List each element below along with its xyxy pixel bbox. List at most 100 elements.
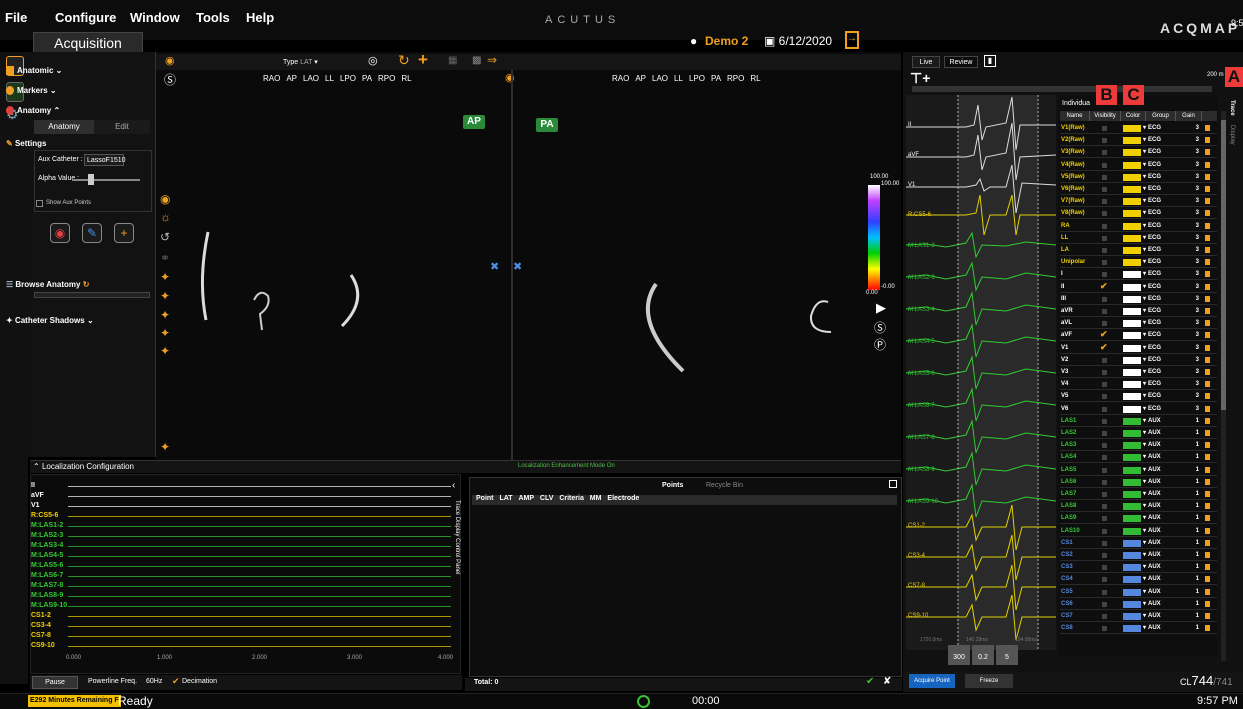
visibility-checkbox[interactable] bbox=[1102, 418, 1107, 424]
channel-row[interactable]: CS1 ▾ AUX 1 bbox=[1060, 538, 1217, 549]
visibility-checkbox[interactable] bbox=[1102, 614, 1107, 619]
channel-gain[interactable]: 3 bbox=[1191, 318, 1199, 329]
menu-help[interactable]: Help bbox=[246, 10, 274, 25]
color-swatch[interactable] bbox=[1123, 369, 1141, 376]
channel-row[interactable]: LAS2 ▾ AUX 1 bbox=[1060, 428, 1217, 439]
gain-adjust-icon[interactable] bbox=[1205, 600, 1210, 607]
col-color[interactable]: Color bbox=[1121, 111, 1146, 121]
aux-catheter-select[interactable]: LassoF1510 bbox=[84, 154, 126, 166]
type-select[interactable]: Type LAT ▾ bbox=[283, 58, 318, 66]
channel-group[interactable]: AUX bbox=[1148, 440, 1168, 451]
amplitude-spinner[interactable]: 0.2 bbox=[972, 645, 994, 665]
visibility-checkbox[interactable] bbox=[1102, 150, 1107, 156]
visibility-checkbox[interactable] bbox=[1102, 540, 1107, 546]
channel-gain[interactable]: 3 bbox=[1191, 294, 1199, 305]
visibility-checkbox[interactable] bbox=[1102, 528, 1107, 534]
channel-row[interactable]: V1(Raw) ▾ ECG 3 bbox=[1060, 123, 1217, 134]
color-swatch[interactable] bbox=[1123, 539, 1141, 547]
channel-group[interactable]: AUX bbox=[1148, 599, 1168, 610]
powerline-freq[interactable]: 60Hz bbox=[146, 678, 162, 685]
color-dropdown-icon[interactable]: ▾ bbox=[1143, 343, 1146, 354]
orientation-icon[interactable]: ◉ bbox=[165, 54, 175, 67]
gain-adjust-icon[interactable] bbox=[1205, 320, 1210, 327]
caliper-icon[interactable]: ⊤+ bbox=[910, 70, 930, 87]
tab-acquisition[interactable]: Acquisition bbox=[33, 32, 143, 54]
channel-gain[interactable]: 1 bbox=[1191, 416, 1199, 427]
color-scale-bar[interactable] bbox=[868, 185, 880, 290]
visibility-checkbox[interactable] bbox=[1102, 565, 1107, 571]
channel-row[interactable]: CS8 ▾ AUX 1 bbox=[1060, 623, 1217, 635]
channel-row[interactable]: II ✔ ▾ ECG 3 bbox=[1060, 281, 1217, 293]
color-dropdown-icon[interactable]: ▾ bbox=[1143, 489, 1146, 500]
electrode-2-icon[interactable]: ✦ bbox=[160, 289, 170, 303]
color-swatch[interactable] bbox=[1123, 186, 1141, 193]
color-dropdown-icon[interactable]: ▾ bbox=[1143, 550, 1146, 561]
col-criteria[interactable]: Criteria bbox=[559, 495, 584, 502]
color-swatch[interactable] bbox=[1123, 588, 1141, 596]
channel-row[interactable]: LAS6 ▾ AUX 1 bbox=[1060, 477, 1217, 488]
color-swatch[interactable] bbox=[1123, 210, 1141, 218]
channel-row[interactable]: CS3 ▾ AUX 1 bbox=[1060, 562, 1217, 574]
color-dropdown-icon[interactable]: ▾ bbox=[1143, 221, 1146, 232]
channel-gain[interactable]: 3 bbox=[1191, 208, 1199, 219]
channel-row[interactable]: V1 ✔ ▾ ECG 3 bbox=[1060, 342, 1217, 354]
color-dropdown-icon[interactable]: ▾ bbox=[1143, 379, 1146, 390]
channel-row[interactable]: V4(Raw) ▾ ECG 3 bbox=[1060, 160, 1217, 171]
channel-row[interactable]: LA ▾ ECG 3 bbox=[1060, 245, 1217, 256]
color-swatch[interactable] bbox=[1123, 295, 1141, 303]
color-dropdown-icon[interactable]: ▾ bbox=[1143, 562, 1146, 573]
gain-adjust-icon[interactable] bbox=[1205, 149, 1210, 156]
channel-row[interactable]: LAS1 ▾ AUX 1 bbox=[1060, 416, 1217, 427]
electrode-4-icon[interactable]: ✦ bbox=[160, 326, 170, 340]
col-electrode[interactable]: Electrode bbox=[607, 495, 639, 502]
channel-row[interactable]: LAS7 ▾ AUX 1 bbox=[1060, 489, 1217, 500]
channel-group[interactable]: AUX bbox=[1148, 489, 1168, 500]
color-swatch[interactable] bbox=[1123, 454, 1141, 462]
visibility-checkbox[interactable] bbox=[1102, 272, 1107, 278]
channel-row[interactable]: CS4 ▾ AUX 1 bbox=[1060, 574, 1217, 586]
gain-adjust-icon[interactable] bbox=[1205, 173, 1210, 180]
color-dropdown-icon[interactable]: ▾ bbox=[1143, 208, 1146, 219]
color-swatch[interactable] bbox=[1123, 576, 1141, 584]
channel-gain[interactable]: 1 bbox=[1191, 440, 1199, 451]
color-dropdown-icon[interactable]: ▾ bbox=[1143, 526, 1146, 537]
color-swatch[interactable] bbox=[1123, 161, 1141, 169]
color-swatch[interactable] bbox=[1123, 466, 1141, 474]
channel-group[interactable]: ECG bbox=[1148, 379, 1168, 390]
color-swatch[interactable] bbox=[1123, 283, 1141, 291]
color-swatch[interactable] bbox=[1123, 515, 1141, 523]
channel-group[interactable]: AUX bbox=[1148, 428, 1168, 439]
col-lat[interactable]: LAT bbox=[499, 495, 512, 502]
view-mode-icon[interactable]: ◎ bbox=[368, 54, 378, 67]
pause-button[interactable]: Pause bbox=[32, 676, 78, 689]
channel-gain[interactable]: 1 bbox=[1191, 428, 1199, 439]
channel-row[interactable]: V8(Raw) ▾ ECG 3 bbox=[1060, 208, 1217, 220]
channel-group[interactable]: ECG bbox=[1148, 147, 1168, 158]
channel-row[interactable]: LAS10 ▾ AUX 1 bbox=[1060, 526, 1217, 537]
split-view-icon[interactable]: ▮ bbox=[984, 55, 996, 67]
gain-adjust-icon[interactable] bbox=[1205, 405, 1210, 412]
trash-icon[interactable]: ▦ bbox=[448, 55, 457, 66]
channel-group[interactable]: ECG bbox=[1148, 269, 1168, 280]
tab-review[interactable]: Review bbox=[944, 56, 978, 68]
visibility-checkbox[interactable] bbox=[1102, 126, 1107, 131]
visibility-checkbox[interactable] bbox=[1102, 174, 1107, 180]
play-icon[interactable]: ▶ bbox=[876, 300, 886, 316]
visibility-checkbox[interactable] bbox=[1102, 479, 1107, 485]
channel-group[interactable]: AUX bbox=[1148, 513, 1168, 524]
gain-adjust-icon[interactable] bbox=[1205, 161, 1210, 168]
channel-group[interactable]: AUX bbox=[1148, 501, 1168, 512]
tab-points[interactable]: Points bbox=[662, 482, 683, 489]
color-swatch[interactable] bbox=[1123, 234, 1141, 242]
sidebar-item-anatomy[interactable]: Anatomy ⌃ bbox=[6, 106, 60, 116]
color-swatch[interactable] bbox=[1123, 503, 1141, 511]
channel-gain[interactable]: 1 bbox=[1191, 526, 1199, 537]
gain-adjust-icon[interactable] bbox=[1205, 271, 1210, 278]
gain-adjust-icon[interactable] bbox=[1205, 539, 1210, 546]
show-aux-points-checkbox[interactable] bbox=[36, 200, 43, 207]
electrode-5-icon[interactable]: ✦ bbox=[160, 344, 170, 358]
gain-adjust-icon[interactable] bbox=[1205, 332, 1210, 339]
freeze-button[interactable]: Freeze bbox=[965, 674, 1013, 688]
tab-anatomy[interactable]: Anatomy bbox=[34, 120, 94, 134]
add-button[interactable]: + bbox=[114, 223, 134, 243]
